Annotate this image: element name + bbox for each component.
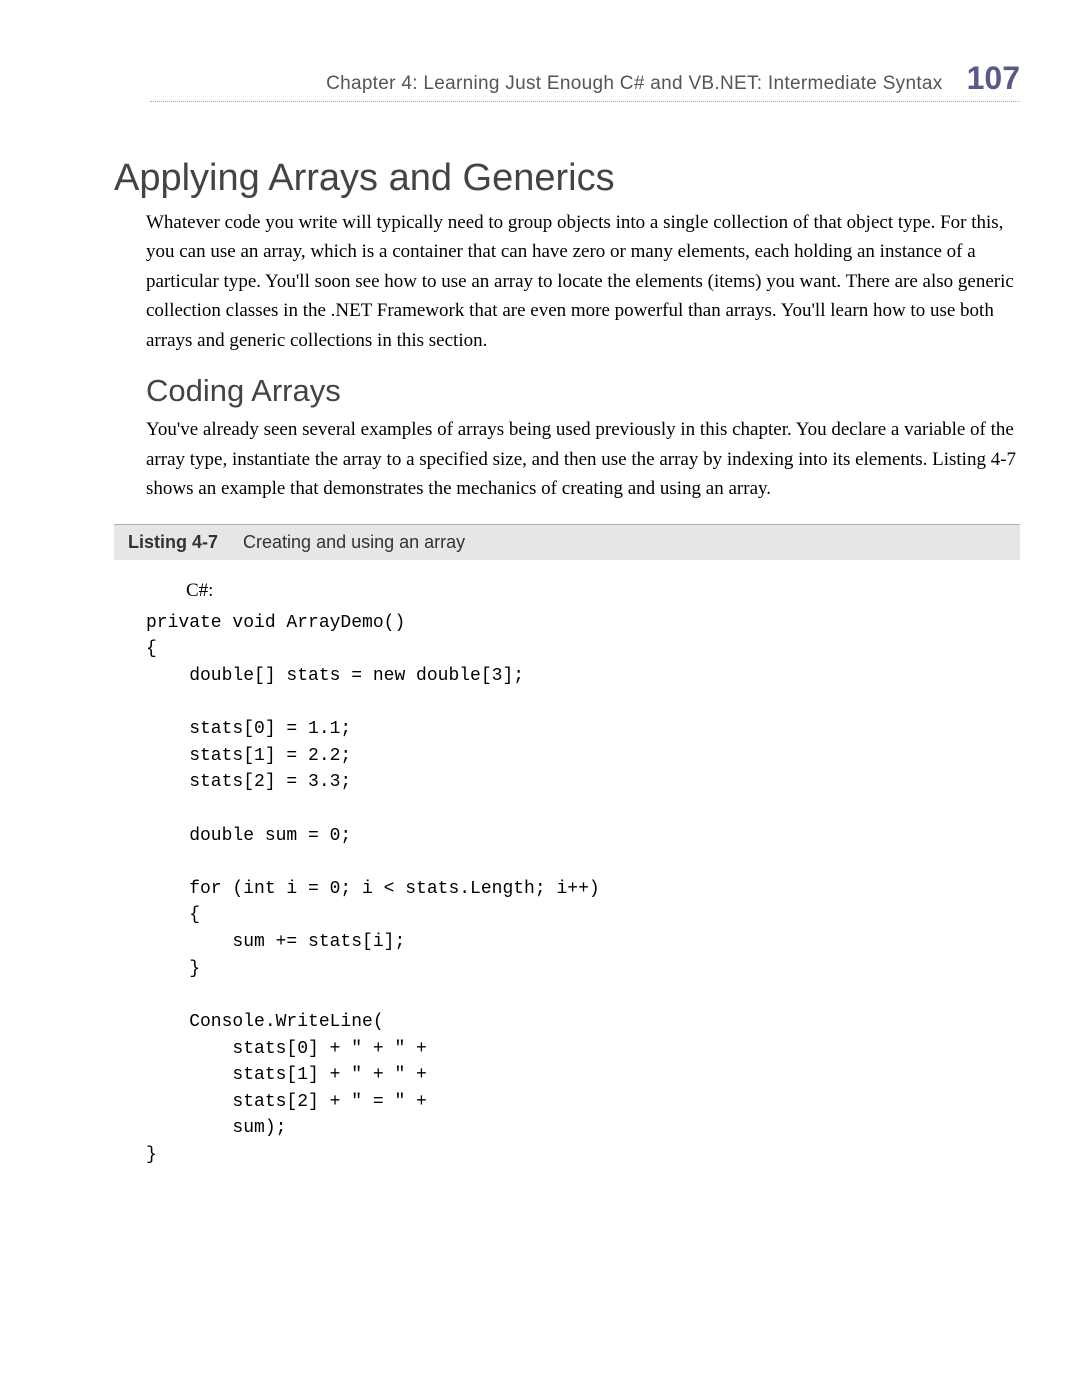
section-paragraph: Whatever code you write will typically n… [146,208,1020,355]
chapter-label: Chapter 4: Learning Just Enough C# and V… [326,73,943,95]
subsection-heading: Coding Arrays [146,373,1020,409]
subsection-paragraph: You've already seen several examples of … [146,415,1020,503]
listing-label: Listing 4-7 [128,532,218,552]
content-area: Applying Arrays and Generics Whatever co… [114,157,1020,1169]
listing-header-bar: Listing 4-7 Creating and using an array [114,524,1020,560]
section-heading: Applying Arrays and Generics [114,157,1020,200]
code-block: private void ArrayDemo() { double[] stat… [146,610,1020,1169]
page-number: 107 [967,60,1020,97]
listing-caption: Creating and using an array [243,532,465,552]
code-language-label: C#: [186,580,1020,602]
page-header: Chapter 4: Learning Just Enough C# and V… [150,60,1020,102]
